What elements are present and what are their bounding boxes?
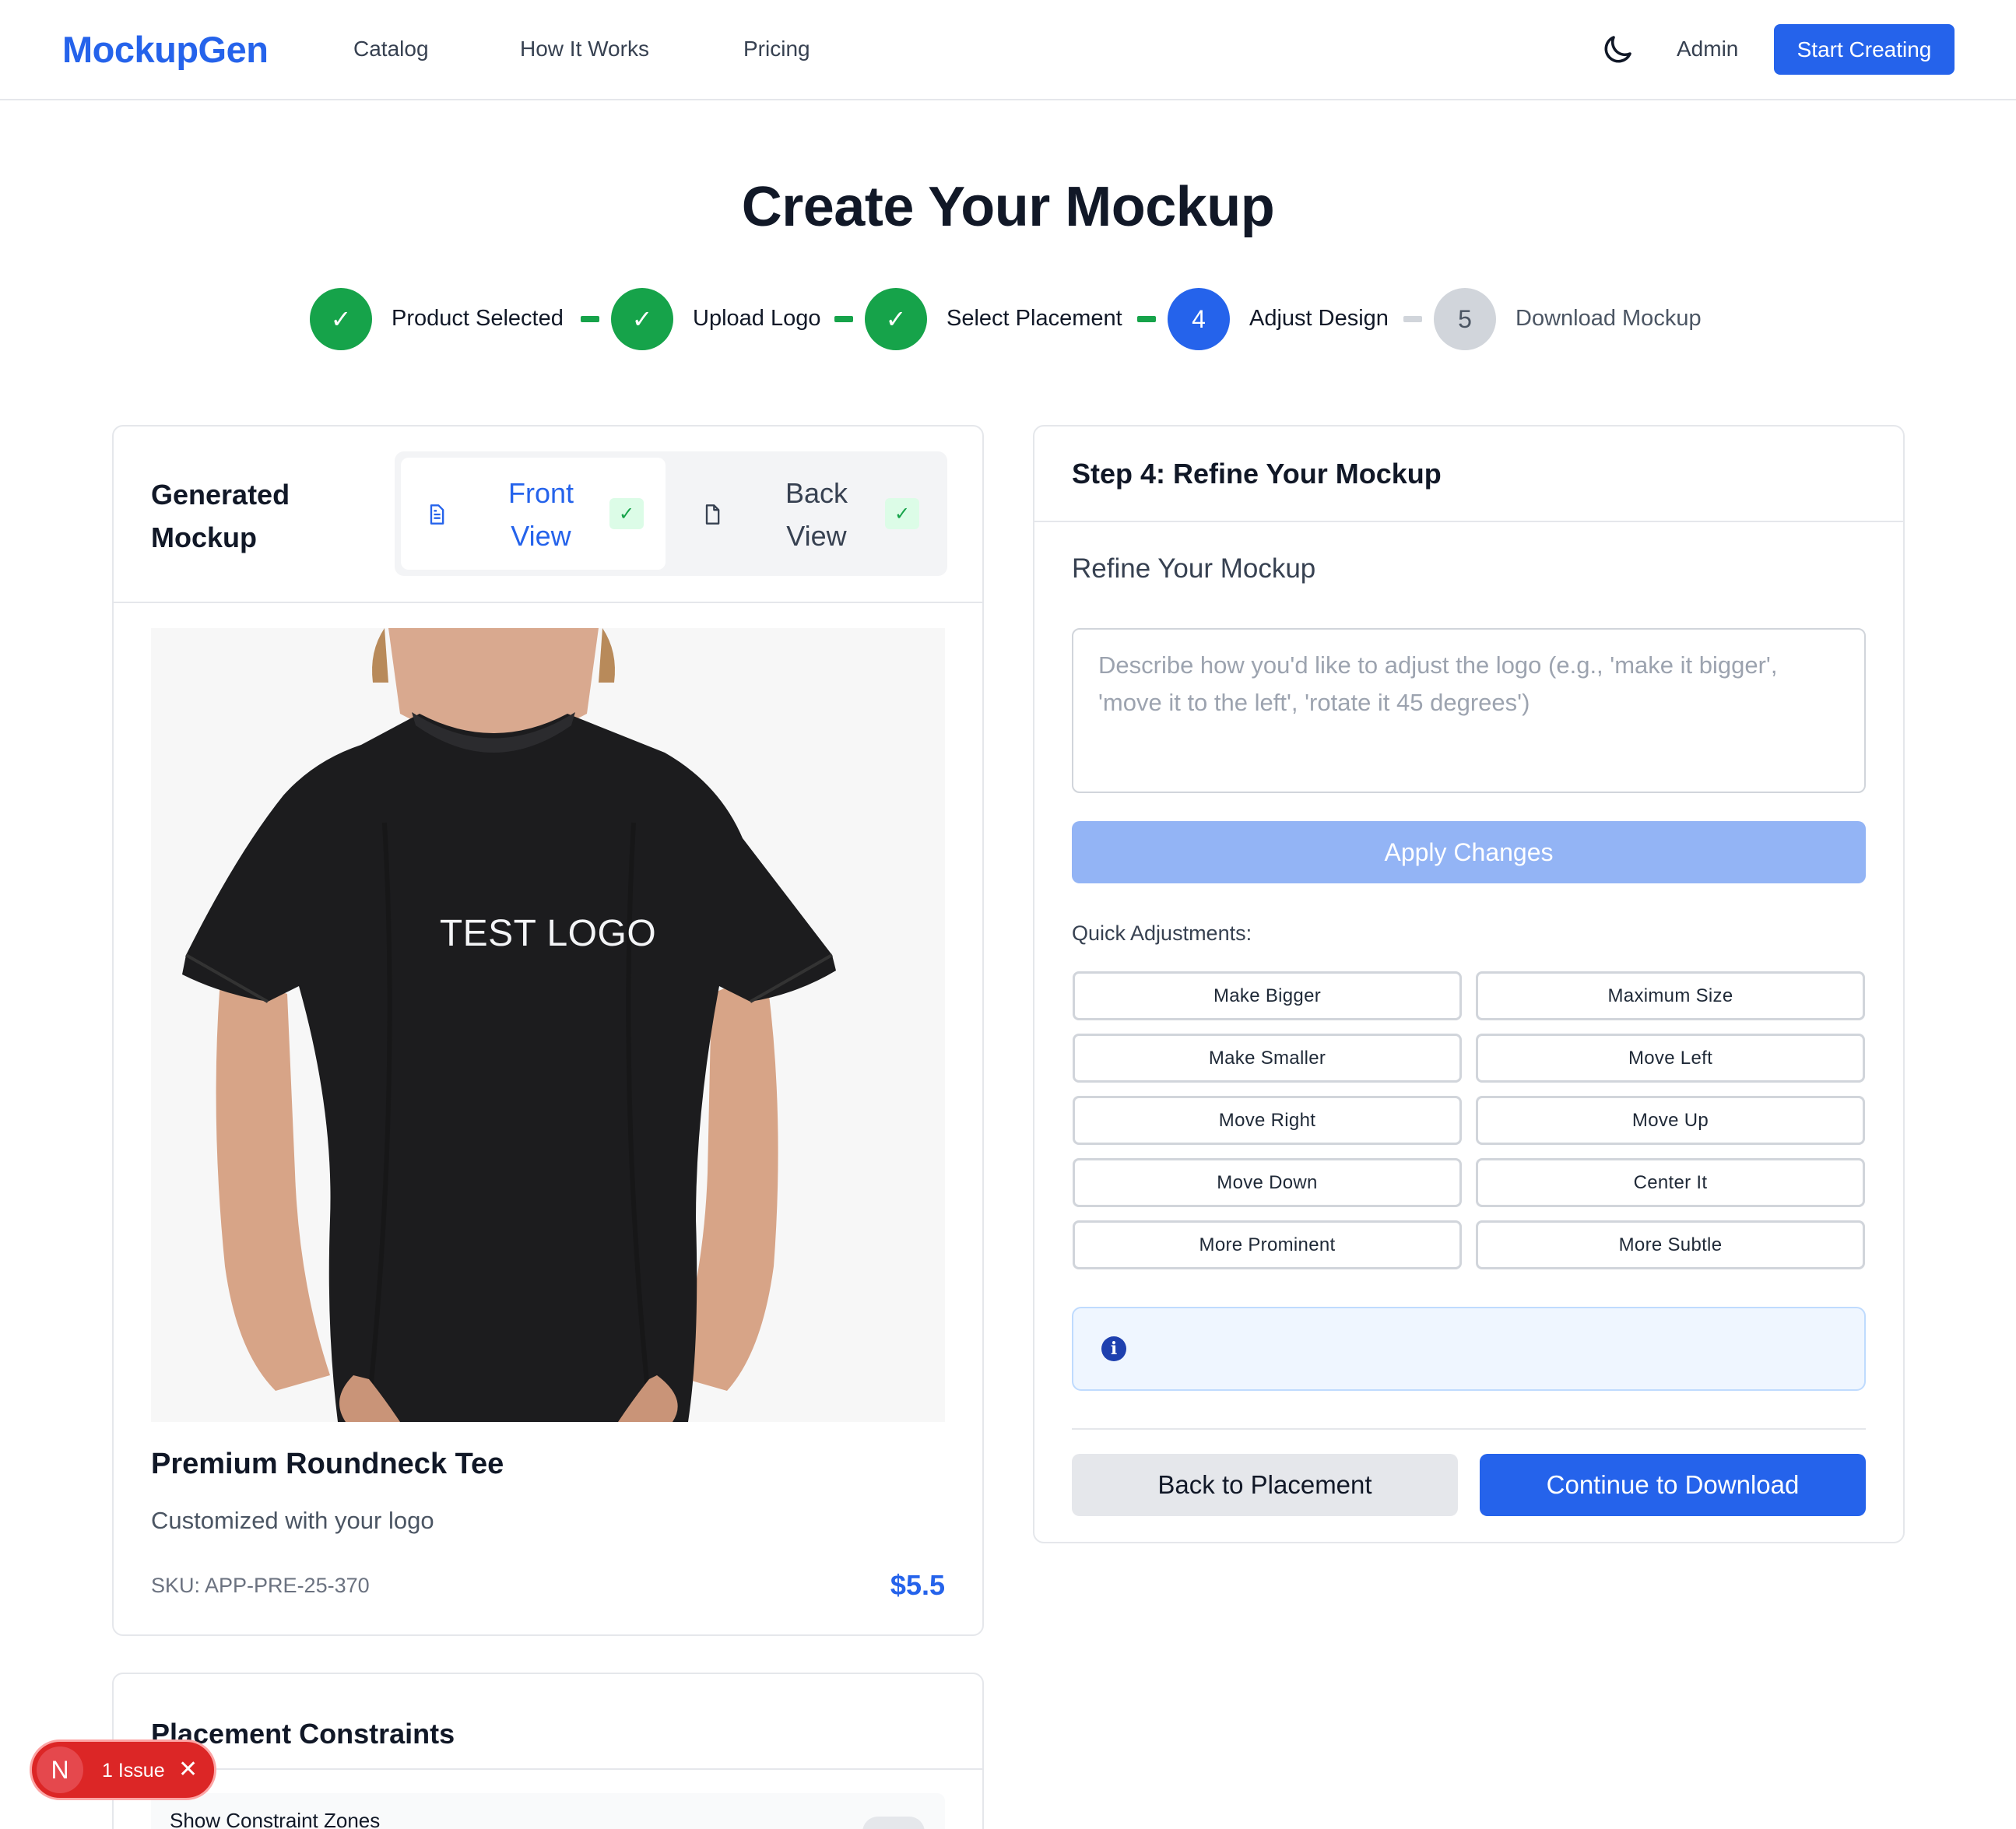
constraint-zones-toggle[interactable] <box>862 1817 925 1829</box>
step-5-label: Download Mockup <box>1516 306 1702 331</box>
step-2-check-icon: ✓ <box>611 288 673 350</box>
tab-front-view-label: Front View <box>479 472 603 557</box>
tab-back-view-label: Back View <box>754 472 879 557</box>
tshirt-illustration <box>182 628 836 1422</box>
tab-front-view[interactable]: Front View ✓ <box>401 458 666 570</box>
step-1-check-icon: ✓ <box>310 288 372 350</box>
card-title: Generated Mockup <box>151 473 290 559</box>
move-up-button[interactable]: Move Up <box>1476 1096 1865 1145</box>
constraint-zones-label: Show Constraint Zones <box>170 1809 381 1829</box>
logo-overlay[interactable]: TEST LOGO <box>151 912 945 955</box>
product-sku: SKU: APP-PRE-25-370 <box>151 1574 370 1597</box>
move-right-button[interactable]: Move Right <box>1073 1096 1462 1145</box>
tab-back-view[interactable]: Back View ✓ <box>676 458 941 570</box>
placement-constraints-card: Placement Constraints Show Constraint Zo… <box>112 1673 984 1829</box>
quick-adjustments-label: Quick Adjustments: <box>1072 922 1252 945</box>
step-3-check-icon: ✓ <box>865 288 927 350</box>
step-4-number: 4 <box>1168 288 1230 350</box>
divider <box>1072 1428 1866 1430</box>
product-price: $5.5 <box>890 1569 945 1601</box>
info-icon: i <box>1101 1336 1126 1361</box>
refine-mockup-card: Step 4: Refine Your Mockup Refine Your M… <box>1033 425 1905 1543</box>
more-subtle-button[interactable]: More Subtle <box>1476 1220 1865 1269</box>
make-bigger-button[interactable]: Make Bigger <box>1073 971 1462 1020</box>
view-tabs: Front View ✓ Back View ✓ <box>395 451 947 576</box>
document-icon <box>705 504 720 525</box>
step-connector <box>581 316 599 322</box>
make-smaller-button[interactable]: Make Smaller <box>1073 1034 1462 1083</box>
back-to-placement-button[interactable]: Back to Placement <box>1072 1454 1458 1516</box>
check-icon: ✓ <box>885 498 919 529</box>
card-title: Step 4: Refine Your Mockup <box>1072 458 1442 490</box>
nav-link-how-it-works[interactable]: How It Works <box>520 37 649 61</box>
step-4-label: Adjust Design <box>1249 306 1389 331</box>
apply-changes-button[interactable]: Apply Changes <box>1072 821 1866 883</box>
product-subtitle: Customized with your logo <box>151 1507 434 1534</box>
tab-label-line: Back <box>785 477 848 509</box>
step-connector <box>1403 316 1422 322</box>
moon-icon <box>1604 36 1631 63</box>
maximum-size-button[interactable]: Maximum Size <box>1476 971 1865 1020</box>
nav-link-admin[interactable]: Admin <box>1677 37 1738 61</box>
step-1-label: Product Selected <box>392 306 564 331</box>
mockup-image: TEST LOGO <box>151 628 945 1422</box>
info-alert: i <box>1072 1307 1866 1391</box>
check-icon: ✓ <box>609 498 644 529</box>
document-icon <box>430 504 444 525</box>
divider <box>114 602 982 603</box>
page-title: Create Your Mockup <box>741 176 1275 238</box>
step-connector <box>834 316 853 322</box>
step-3-label: Select Placement <box>947 306 1122 331</box>
issues-count: 1 Issue <box>102 1760 165 1782</box>
step-2-label: Upload Logo <box>693 306 821 331</box>
tab-label-line: View <box>511 520 571 552</box>
step-connector <box>1137 316 1156 322</box>
refine-instructions-textarea[interactable] <box>1072 628 1866 793</box>
divider <box>1034 521 1903 522</box>
close-icon[interactable]: ✕ <box>178 1756 198 1783</box>
step-5-number: 5 <box>1434 288 1496 350</box>
more-prominent-button[interactable]: More Prominent <box>1073 1220 1462 1269</box>
generated-mockup-card: Generated Mockup Front View ✓ Back View … <box>112 425 984 1636</box>
issues-badge[interactable]: N 1 Issue ✕ <box>30 1739 216 1800</box>
product-name: Premium Roundneck Tee <box>151 1448 504 1480</box>
move-left-button[interactable]: Move Left <box>1476 1034 1865 1083</box>
divider <box>114 1768 982 1770</box>
constraint-zones-row: Show Constraint Zones <box>151 1793 945 1829</box>
card-title-line: Mockup <box>151 521 258 553</box>
nav-link-catalog[interactable]: Catalog <box>353 37 429 61</box>
theme-toggle-button[interactable] <box>1599 31 1636 68</box>
move-down-button[interactable]: Move Down <box>1073 1158 1462 1207</box>
card-title-line: Generated <box>151 479 290 511</box>
start-creating-button[interactable]: Start Creating <box>1774 24 1955 75</box>
tab-label-line: View <box>786 520 847 552</box>
tab-label-line: Front <box>508 477 574 509</box>
next-logo-icon: N <box>37 1747 83 1793</box>
refine-subtitle: Refine Your Mockup <box>1072 553 1316 584</box>
nav-link-pricing[interactable]: Pricing <box>743 37 810 61</box>
top-nav: MockupGen Catalog How It Works Pricing A… <box>0 0 2016 100</box>
center-it-button[interactable]: Center It <box>1476 1158 1865 1207</box>
continue-to-download-button[interactable]: Continue to Download <box>1480 1454 1866 1516</box>
brand-logo[interactable]: MockupGen <box>62 28 269 71</box>
